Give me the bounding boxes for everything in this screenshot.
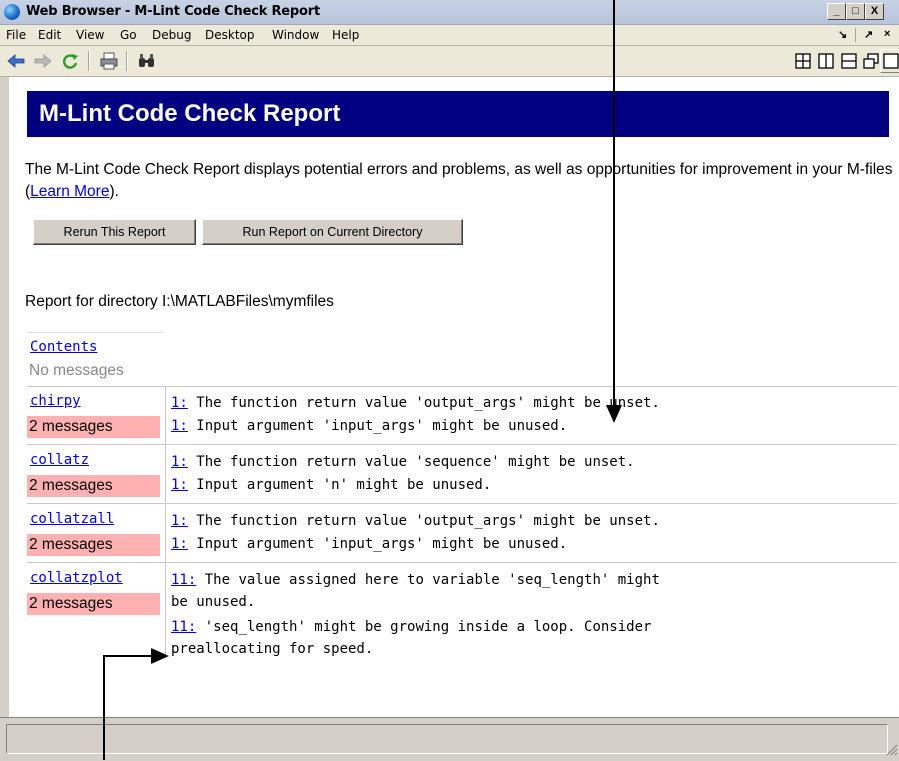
window-title: Web Browser - M-Lint Code Check Report [26,4,320,19]
message-count-badge: 2 messages [27,534,160,556]
toolbar [0,46,899,77]
menu-go[interactable]: Go [120,28,137,42]
report-banner: M-Lint Code Check Report [27,91,889,137]
restore-button[interactable]: □ [846,3,865,20]
contents-divider [27,332,163,333]
learn-more-link[interactable]: Learn More [30,183,109,200]
file-link-chirpy[interactable]: chirpy [30,393,81,409]
message-text: Input argument 'input_args' might be unu… [187,418,568,434]
menu-desktop[interactable]: Desktop [205,28,255,42]
message-line: 1: The function return value 'sequence' … [171,451,891,473]
run-current-directory-button[interactable]: Run Report on Current Directory [202,219,463,245]
close-button[interactable]: X [865,3,884,20]
refresh-icon[interactable] [60,52,80,70]
close-doc-icon[interactable]: × [884,28,890,40]
line-number-link[interactable]: 1: [171,513,188,529]
callout-arrowhead [151,648,169,664]
contents-link[interactable]: Contents [30,339,97,355]
menu-view[interactable]: View [76,28,104,42]
title-bar: Web Browser - M-Lint Code Check Report _… [0,0,899,25]
undock-icon[interactable]: ↗ [864,28,873,41]
message-line: 1: The function return value 'output_arg… [171,392,891,414]
browser-window: Web Browser - M-Lint Code Check Report _… [0,0,899,761]
row-divider [27,386,897,387]
row-divider [27,503,897,504]
callout-arrow-line [103,655,105,760]
file-link-collatz[interactable]: collatz [30,452,89,468]
message-count-badge: 2 messages [27,416,160,438]
menu-edit[interactable]: Edit [38,28,61,42]
message-text: The value assigned here to variable 'seq… [171,572,660,610]
back-icon[interactable] [6,52,26,70]
callout-arrow-line [103,655,153,657]
report-page: M-Lint Code Check Report The M-Lint Code… [9,77,899,717]
description-text: The M-Lint Code Check Report displays po… [25,161,893,200]
menu-file[interactable]: File [6,28,26,42]
row-divider [27,562,897,563]
menu-separator [855,28,856,42]
callout-arrow-line [613,0,615,410]
message-line: 11: The value assigned here to variable … [171,569,891,613]
table-column-divider [165,386,166,656]
line-number-link[interactable]: 1: [171,418,188,434]
minimize-button[interactable]: _ [827,3,846,20]
status-field [6,724,888,754]
no-messages-label: No messages [29,362,124,379]
message-text: The function return value 'output_args' … [187,513,660,529]
rerun-report-button[interactable]: Rerun This Report [33,219,196,245]
message-line: 1: The function return value 'output_arg… [171,510,891,532]
callout-arrowhead [606,405,622,423]
message-text: Input argument 'n' might be unused. [187,477,492,493]
menu-window[interactable]: Window [272,28,319,42]
menu-bar: File Edit View Go Debug Desktop Window H… [0,25,899,46]
toolbar-separator [88,51,90,71]
message-text: 'seq_length' might be growing inside a l… [171,619,652,657]
line-number-link[interactable]: 1: [171,477,188,493]
maximize-icon [883,53,899,69]
globe-icon [4,4,20,20]
line-number-link[interactable]: 1: [171,454,188,470]
find-icon[interactable] [137,52,157,70]
menu-help[interactable]: Help [332,28,359,42]
line-number-link[interactable]: 1: [171,536,188,552]
print-icon[interactable] [99,52,119,70]
tile-grid-icon[interactable] [794,52,812,70]
message-count-badge: 2 messages [27,475,160,497]
file-link-collatzall[interactable]: collatzall [30,511,114,527]
tile-rows-icon[interactable] [840,52,858,70]
float-icon[interactable] [862,52,880,70]
resize-grip-icon[interactable] [884,742,898,756]
tile-columns-icon[interactable] [817,52,835,70]
line-number-link[interactable]: 1: [171,395,188,411]
status-bar [0,717,899,761]
message-line: 1: Input argument 'input_args' might be … [171,533,891,555]
line-number-link[interactable]: 11: [171,619,196,635]
maximize-button[interactable] [880,49,899,73]
line-number-link[interactable]: 11: [171,572,196,588]
message-count-badge: 2 messages [27,593,160,615]
message-line: 1: Input argument 'input_args' might be … [171,415,891,437]
description-end: ). [109,183,119,200]
message-text: The function return value 'sequence' mig… [187,454,635,470]
menu-debug[interactable]: Debug [152,28,191,42]
toolbar-separator [126,51,128,71]
forward-icon[interactable] [33,52,53,70]
message-text: Input argument 'input_args' might be unu… [187,536,568,552]
message-line: 1: Input argument 'n' might be unused. [171,474,891,496]
report-description: The M-Lint Code Check Report displays po… [25,159,895,203]
report-directory: Report for directory I:\MATLABFiles\mymf… [25,293,334,310]
message-line: 11: 'seq_length' might be growing inside… [171,616,891,660]
dock-icon[interactable]: ↘ [838,28,847,41]
row-divider [27,444,897,445]
message-text: The function return value 'output_args' … [187,395,660,411]
file-link-collatzplot[interactable]: collatzplot [30,570,123,586]
